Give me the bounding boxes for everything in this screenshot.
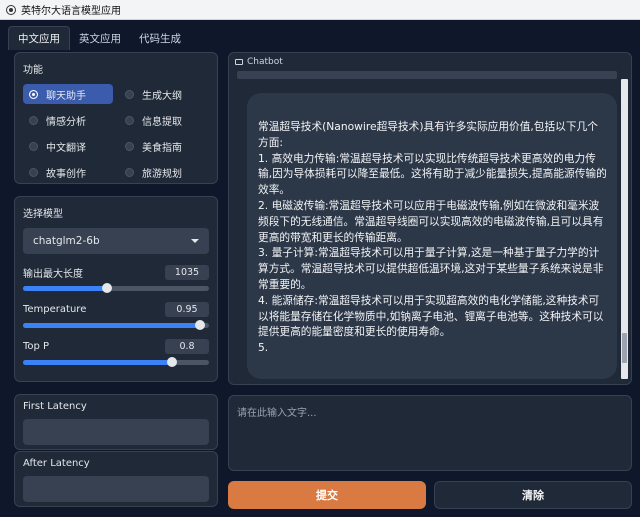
tab-chinese-apps[interactable]: 中文应用 [8,26,70,50]
after-latency-panel: After Latency [14,451,218,507]
first-latency-value [23,419,209,445]
window-title: 英特尔大语言模型应用 [21,6,121,17]
model-select-value: chatglm2-6b [33,235,100,247]
first-latency-panel: First Latency [14,394,218,450]
radio-label: 中文翻译 [46,142,86,154]
radio-chat-assistant[interactable]: 聊天助手 [23,84,113,104]
scrollbar-thumb[interactable] [622,333,627,363]
radio-label: 旅游规划 [142,168,182,180]
radio-sentiment-analysis[interactable]: 情感分析 [23,110,113,130]
temperature-label: Temperature [23,303,87,315]
title-bar: 英特尔大语言模型应用 [0,0,640,20]
first-latency-label: First Latency [23,401,87,412]
tab-code-generation[interactable]: 代码生成 [130,27,190,50]
clear-button[interactable]: 清除 [434,481,632,509]
radio-chinese-translation[interactable]: 中文翻译 [23,136,113,156]
slider-fill [23,286,107,291]
chatbot-label: Chatbot [235,57,283,67]
message-input[interactable] [237,404,623,462]
temperature-control: Temperature 0.95 [23,301,209,330]
radio-dot-icon [29,89,38,99]
max-length-slider[interactable] [23,283,209,293]
function-radio-group: 聊天助手 生成大纲 情感分析 信息提取 中文翻译 美食指南 故事创作 旅游规划 [23,84,209,182]
radio-dot-icon [125,167,134,177]
radio-generate-outline[interactable]: 生成大纲 [119,84,209,104]
bot-message: 常温超导技术(Nanowire超导技术)具有许多实际应用价值,包括以下几个方面:… [247,93,617,379]
after-latency-label: After Latency [23,458,90,469]
top-p-control: Top P 0.8 [23,338,209,367]
after-latency-value [23,476,209,502]
radio-food-guide[interactable]: 美食指南 [119,136,209,156]
model-select[interactable]: chatglm2-6b [23,228,209,254]
submit-button[interactable]: 提交 [228,481,426,509]
radio-dot-icon [29,167,38,177]
radio-dot-icon [125,89,134,99]
radio-dot-icon [29,115,38,125]
chatbot-label-text: Chatbot [247,57,283,67]
temperature-input[interactable]: 0.95 [165,301,209,317]
previous-message-edge [237,71,617,79]
top-p-label: Top P [23,340,50,352]
max-length-input[interactable]: 1035 [165,264,209,280]
slider-thumb[interactable] [166,357,177,367]
top-p-input[interactable]: 0.8 [165,338,209,354]
radio-story-writing[interactable]: 故事创作 [23,162,113,182]
temperature-slider[interactable] [23,320,209,330]
max-length-control: 输出最大长度 1035 [23,264,209,293]
radio-info-extraction[interactable]: 信息提取 [119,110,209,130]
radio-label: 情感分析 [46,116,86,128]
model-label: 选择模型 [23,209,63,220]
chevron-down-icon [191,239,199,243]
slider-fill [23,323,200,328]
tab-bar: 中文应用 英文应用 代码生成 [8,26,190,50]
slider-thumb[interactable] [101,283,112,293]
app-icon [6,4,16,15]
chat-scrollbar[interactable] [621,79,628,379]
radio-travel-planning[interactable]: 旅游规划 [119,162,209,182]
top-p-slider[interactable] [23,357,209,367]
model-panel: 选择模型 chatglm2-6b 输出最大长度 1035 Temperature… [14,196,218,382]
radio-dot-icon [125,115,134,125]
radio-label: 信息提取 [142,116,182,128]
tab-english-apps[interactable]: 英文应用 [70,27,130,50]
radio-dot-icon [125,141,134,151]
radio-dot-icon [29,141,38,151]
radio-label: 生成大纲 [142,90,182,102]
chat-icon [235,59,243,65]
max-length-label: 输出最大长度 [23,268,83,280]
function-label: 功能 [23,65,43,76]
slider-fill [23,360,172,365]
input-panel [228,395,632,471]
radio-label: 美食指南 [142,142,182,154]
chatbot-panel: Chatbot 常温超导技术(Nanowire超导技术)具有许多实际应用价值,包… [228,52,632,385]
radio-label: 故事创作 [46,168,86,180]
function-panel: 功能 聊天助手 生成大纲 情感分析 信息提取 中文翻译 美食指南 故事创作 旅游… [14,52,218,184]
slider-thumb[interactable] [194,320,205,330]
radio-label: 聊天助手 [46,90,86,102]
